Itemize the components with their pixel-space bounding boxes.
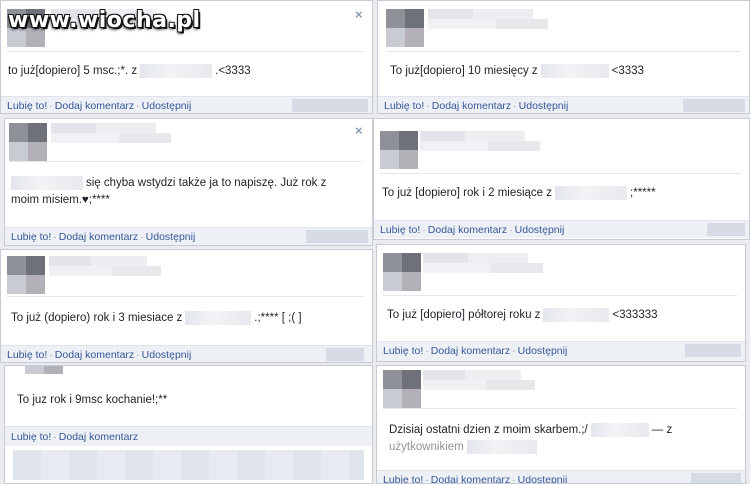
redacted-stats [683, 99, 745, 112]
redacted-comments [13, 450, 364, 480]
comment-link[interactable]: Dodaj komentarz [59, 431, 138, 443]
post-card-7: To juz rok i 9msc kochanie!;** Lubię to!… [4, 365, 373, 484]
avatar[interactable] [25, 366, 63, 374]
post-text: To już[dopiero] 10 miesięcy z <3333 [390, 63, 644, 78]
comment-link[interactable]: Dodaj komentarz [431, 345, 510, 357]
like-link[interactable]: Lubię to! [11, 431, 51, 443]
action-bar: Lubię to! · Dodaj komentarz · Udostępnij [377, 341, 745, 361]
post-text: To juz rok i 9msc kochanie!;** [17, 394, 168, 406]
like-link[interactable]: Lubię to! [380, 224, 420, 236]
action-bar: Lubię to! · Dodaj komentarz · Udostępnij [1, 96, 372, 113]
comment-link[interactable]: Dodaj komentarz [55, 349, 134, 361]
redacted-name[interactable] [140, 63, 213, 78]
divider [386, 51, 741, 52]
redacted-stats [306, 230, 368, 243]
like-link[interactable]: Lubię to! [383, 345, 423, 357]
share-link[interactable]: Udostępnij [518, 474, 568, 483]
redacted-stats [326, 348, 364, 361]
like-link[interactable]: Lubię to! [384, 100, 424, 112]
redacted-name[interactable] [555, 185, 628, 200]
post-text: Dzisiaj ostatni dzien z moim skarbem.;/—… [389, 422, 673, 454]
post-text: się chyba wstydzi także ja to napiszę. J… [11, 175, 327, 206]
author-name[interactable] [49, 256, 189, 276]
share-link[interactable]: Udostępnij [518, 345, 568, 357]
action-bar: Lubię to! · Dodaj komentarz · Udostępnij [378, 96, 749, 113]
divider [9, 161, 362, 162]
redacted-name[interactable] [185, 310, 252, 325]
action-bar: Lubię to! · Dodaj komentarz · Udostępnij [5, 227, 372, 245]
action-bar: Lubię to! · Dodaj komentarz · Udostępnij [374, 220, 749, 238]
comment-link[interactable]: Dodaj komentarz [55, 100, 134, 112]
post-text: To już [dopiero] półtorej roku z <333333 [387, 307, 658, 322]
close-icon[interactable]: × [355, 123, 363, 138]
redacted-name[interactable] [590, 422, 649, 437]
divider [383, 408, 737, 409]
close-icon[interactable]: × [355, 7, 363, 22]
avatar[interactable] [7, 256, 45, 294]
like-link[interactable]: Lubię to! [11, 231, 51, 243]
post-card-4: To już [dopiero] rok i 2 miesiące z ;****… [373, 118, 750, 240]
redacted-stats [691, 473, 741, 483]
action-bar: Lubię to! · Dodaj komentarz · Udostępnij [377, 470, 745, 483]
avatar[interactable] [380, 131, 418, 169]
watermark-logo: www.wiocha.pl [8, 8, 201, 33]
redacted-name[interactable] [540, 63, 609, 78]
share-link[interactable]: Udostępnij [515, 224, 565, 236]
avatar[interactable] [383, 253, 421, 291]
post-text: To już [dopiero] rok i 2 miesiące z ;****… [382, 185, 656, 200]
comment-link[interactable]: Dodaj komentarz [432, 100, 511, 112]
author-name[interactable] [420, 131, 570, 151]
comment-link[interactable]: Dodaj komentarz [59, 231, 138, 243]
avatar[interactable] [9, 123, 47, 161]
avatar[interactable] [386, 9, 424, 47]
post-card-3: × się chyba wstydzi także ja to napiszę.… [4, 118, 373, 246]
comment-link[interactable]: Dodaj komentarz [428, 224, 507, 236]
post-text: to już[dopiero] 5 msc.;*. z .<3333 [8, 63, 251, 78]
avatar[interactable] [383, 370, 421, 408]
author-name[interactable] [428, 9, 578, 29]
redacted-tagged-user[interactable] [466, 439, 537, 454]
share-link[interactable]: Udostępnij [519, 100, 569, 112]
author-name[interactable] [423, 370, 563, 390]
redacted-name[interactable] [11, 175, 83, 190]
post-card-8: Dzisiaj ostatni dzien z moim skarbem.;/—… [376, 365, 746, 484]
divider [383, 295, 737, 296]
like-link[interactable]: Lubię to! [383, 474, 423, 483]
share-link[interactable]: Udostępnij [146, 231, 196, 243]
action-bar: Lubię to! · Dodaj komentarz · Udostępnij [1, 345, 372, 362]
redacted-name[interactable] [543, 307, 610, 322]
share-link[interactable]: Udostępnij [142, 349, 192, 361]
divider [7, 296, 364, 297]
redacted-stats [292, 99, 368, 112]
action-bar: Lubię to! · Dodaj komentarz [5, 426, 372, 446]
comment-link[interactable]: Dodaj komentarz [431, 474, 510, 483]
divider [7, 51, 364, 52]
divider [380, 173, 741, 174]
redacted-stats [707, 223, 745, 236]
post-text: To już (dopiero) rok i 3 miesiace z .;***… [11, 310, 302, 325]
author-name[interactable] [423, 253, 573, 273]
post-card-5: To już (dopiero) rok i 3 miesiace z .;***… [0, 249, 373, 363]
like-link[interactable]: Lubię to! [7, 100, 47, 112]
author-name[interactable] [51, 123, 201, 143]
like-link[interactable]: Lubię to! [7, 349, 47, 361]
post-card-6: To już [dopiero] półtorej roku z <333333 … [376, 244, 746, 362]
redacted-stats [685, 344, 741, 357]
post-card-2: To już[dopiero] 10 miesięcy z <3333 Lubię… [377, 0, 750, 114]
share-link[interactable]: Udostępnij [142, 100, 192, 112]
